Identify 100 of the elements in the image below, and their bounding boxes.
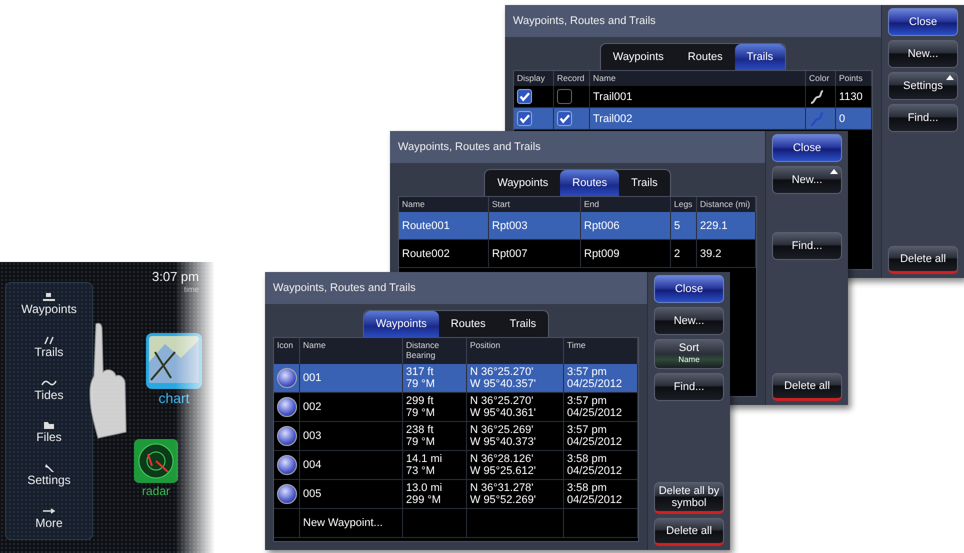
latitude-text: N 36°25.270': [470, 395, 534, 407]
distance-text: 299 ft: [406, 395, 434, 407]
time-text: 3:57 pm: [567, 424, 607, 436]
table-cell: 5: [674, 220, 680, 232]
tab[interactable]: Trails: [619, 170, 670, 196]
window-title: Waypoints, Routes and Trails: [513, 15, 656, 27]
date-text: 04/25/2012: [567, 465, 622, 477]
time-text: 3:58 pm: [567, 453, 607, 465]
table-row[interactable]: 002 299 ft 79 °M N 36°25.270' W 95°40.361' 3:57 pm 04/25/2012: [274, 393, 638, 422]
dialog-button[interactable]: Close: [654, 275, 724, 303]
time-text: 3:57 pm: [567, 366, 607, 378]
arrow-icon: [41, 506, 57, 516]
table-cell: Rpt007: [492, 248, 528, 260]
longitude-text: W 95°40.373': [470, 436, 536, 448]
table-cell: Rpt006: [584, 220, 620, 232]
app-tile[interactable]: chart: [145, 332, 203, 406]
menu-triangle-icon: [946, 75, 954, 80]
column-header: Color: [806, 71, 836, 86]
checkbox[interactable]: [557, 89, 572, 104]
distance-text: 14.1 mi: [406, 453, 442, 465]
distance-text: 317 ft: [406, 366, 434, 378]
tab[interactable]: Routes: [438, 311, 498, 337]
flag-icon: [40, 292, 57, 302]
menu-item[interactable]: Settings: [27, 462, 71, 487]
table-cell: 2: [674, 248, 680, 260]
date-text: 04/25/2012: [567, 494, 622, 506]
table-row[interactable]: 001 317 ft 79 °M N 36°25.270' W 95°40.357' 3:57 pm 04/25/2012: [274, 364, 638, 393]
tab[interactable]: Waypoints: [600, 44, 676, 70]
menu-item[interactable]: Trails: [34, 334, 64, 359]
dialog-button[interactable]: Find...: [888, 104, 958, 132]
bearing-text: 79 °M: [406, 436, 435, 448]
date-text: 04/25/2012: [567, 436, 622, 448]
column-header: Name: [590, 71, 806, 86]
time-text: 3:58 pm: [567, 482, 607, 494]
table-row[interactable]: Route001 Rpt003 Rpt006 5 229.1: [399, 212, 756, 240]
dialog-button[interactable]: Close: [772, 134, 842, 162]
dialog-button[interactable]: Delete all: [654, 518, 724, 546]
dialog-button[interactable]: New...: [654, 307, 724, 335]
map-icon: [145, 332, 203, 390]
table-row[interactable]: 005 13.0 mi 299 °M N 36°31.278' W 95°52.269' 3:58 pm 04/25/2012: [274, 480, 638, 509]
waypoint-icon: [276, 368, 296, 388]
table-cell: Trail002: [593, 112, 632, 124]
menu-item[interactable]: More: [35, 506, 63, 530]
dialog-button[interactable]: Delete all by symbol: [654, 482, 724, 514]
menu-item[interactable]: Waypoints: [21, 292, 77, 316]
longitude-text: W 95°40.361': [470, 407, 536, 419]
table-cell: 005: [303, 488, 322, 500]
checkbox[interactable]: [557, 111, 572, 126]
dialog-button[interactable]: Delete all: [888, 246, 958, 274]
bearing-text: 73 °M: [406, 465, 435, 477]
tab[interactable]: Waypoints: [364, 311, 439, 337]
tab[interactable]: Routes: [560, 170, 620, 196]
table-cell: Rpt003: [492, 220, 528, 232]
app-tile[interactable]: radar: [133, 438, 179, 498]
table-cell: Route002: [402, 248, 450, 260]
longitude-text: W 95°25.612': [470, 465, 536, 477]
dialog-button[interactable]: Find...: [772, 232, 842, 260]
waypoint-icon: [276, 426, 296, 446]
menu-item[interactable]: Files: [36, 420, 62, 444]
tab[interactable]: Trails: [498, 311, 548, 337]
time-text: 3:57 pm: [567, 395, 607, 407]
dialog-button[interactable]: New...: [772, 166, 842, 194]
table-cell: 39.2: [700, 248, 722, 260]
waypoint-icon: [276, 455, 296, 475]
dialog-button[interactable]: Sort Name: [654, 339, 724, 369]
date-text: 04/25/2012: [567, 407, 622, 419]
table-row[interactable]: Route002 Rpt007 Rpt009 2 39.2: [399, 240, 756, 268]
checkbox[interactable]: [517, 89, 532, 104]
table-cell: Rpt009: [584, 248, 620, 260]
dialog-button[interactable]: Close: [888, 8, 958, 36]
distance-text: 238 ft: [406, 424, 434, 436]
table-row[interactable]: 004 14.1 mi 73 °M N 36°28.126' W 95°25.612' 3:58 pm 04/25/2012: [274, 451, 638, 480]
latitude-text: N 36°31.278': [470, 482, 534, 494]
waypoint-icon: [276, 484, 296, 504]
new-waypoint-item[interactable]: New Waypoint...: [303, 517, 383, 529]
tab[interactable]: Routes: [676, 44, 735, 70]
longitude-text: W 95°40.357': [470, 378, 536, 390]
dialog-button[interactable]: Settings: [888, 72, 958, 100]
latitude-text: N 36°28.126': [470, 453, 534, 465]
table-cell: Trail001: [593, 90, 632, 102]
menu-item[interactable]: Tides: [34, 378, 64, 402]
checkbox[interactable]: [517, 111, 532, 126]
column-header: Points: [836, 71, 872, 86]
table-cell: 0: [839, 112, 846, 124]
dialog-button[interactable]: Delete all: [772, 373, 842, 401]
table-row[interactable]: Trail002 0: [514, 108, 872, 130]
tab[interactable]: Trails: [734, 44, 786, 70]
waypoint-icon: [276, 397, 296, 417]
clock-time: 3:07 pm: [152, 270, 199, 284]
dialog-button[interactable]: New...: [888, 40, 958, 68]
folder-icon: [41, 420, 57, 430]
table-row[interactable]: 003 238 ft 79 °M N 36°25.269' W 95°40.373' 3:57 pm 04/25/2012: [274, 422, 638, 451]
tab[interactable]: Waypoints: [485, 170, 560, 196]
bearing-text: 79 °M: [406, 407, 435, 419]
wave-icon: [41, 378, 57, 388]
window-title: Waypoints, Routes and Trails: [398, 141, 541, 153]
menu-triangle-icon: [830, 169, 838, 174]
window-title: Waypoints, Routes and Trails: [273, 282, 416, 294]
dialog-button[interactable]: Find...: [654, 373, 724, 401]
table-cell: 002: [303, 401, 322, 413]
